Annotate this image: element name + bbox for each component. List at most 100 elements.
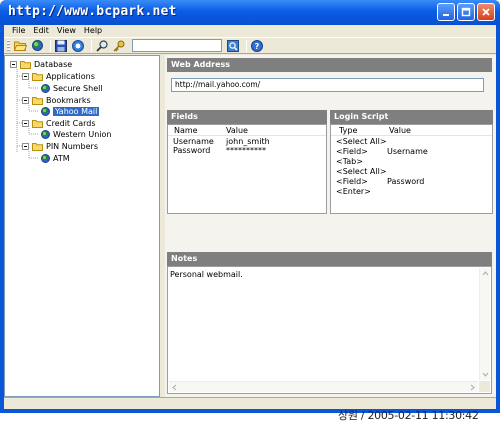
notes-text: Personal webmail. [170, 270, 243, 279]
tree-label: Applications [46, 72, 95, 81]
menu-edit[interactable]: Edit [29, 25, 53, 37]
toolbar-separator [91, 39, 92, 52]
tree-label: PIN Numbers [46, 142, 99, 151]
save-button[interactable] [54, 39, 68, 53]
tree-label: Yahoo Mail [53, 107, 100, 116]
menu-help[interactable]: Help [80, 25, 106, 37]
tree-node-pin-numbers[interactable]: PIN Numbers [22, 141, 98, 152]
tree-node-credit-cards[interactable]: Credit Cards [22, 118, 95, 129]
collapse-toggle[interactable] [22, 73, 29, 80]
toolbar-separator [246, 39, 247, 52]
tree-label: Western Union [53, 130, 112, 139]
key-button[interactable] [112, 39, 126, 53]
tree-entry-selected[interactable]: Yahoo Mail [41, 106, 100, 117]
toolbar-separator [50, 39, 51, 52]
close-button[interactable] [477, 3, 495, 21]
client-area: File Edit View Help ? Database Applicati… [4, 25, 496, 409]
screenshot-caption: 상원 / 2005-02-11 11:30:42 [338, 409, 479, 422]
login-script-header: Login Script [330, 110, 493, 124]
script-type[interactable]: <Select All> [336, 167, 387, 177]
field-name[interactable]: Password [173, 146, 210, 156]
globe-icon [41, 107, 50, 116]
title-bar[interactable]: http://www.bcpark.net [0, 0, 500, 25]
tree-node-applications[interactable]: Applications [22, 71, 95, 82]
tree-entry[interactable]: ATM [41, 153, 70, 164]
menu-file[interactable]: File [8, 25, 29, 37]
script-value[interactable]: Username [387, 147, 428, 157]
globe-icon [31, 40, 43, 51]
find-icon [96, 39, 108, 52]
database-tree[interactable]: Database Applications Secure Shell Bookm… [4, 55, 160, 397]
svg-text:?: ? [255, 42, 260, 51]
collapse-toggle[interactable] [22, 97, 29, 104]
tree-label: Credit Cards [46, 119, 96, 128]
scrollbar-corner [479, 381, 490, 392]
tree-label: Database [34, 60, 73, 69]
tree-label: Secure Shell [53, 84, 103, 93]
find-button[interactable] [95, 39, 109, 53]
tree-node-database[interactable]: Database [10, 59, 72, 70]
notes-vertical-scrollbar[interactable] [479, 268, 490, 380]
folder-icon [32, 72, 43, 81]
script-type[interactable]: <Enter> [336, 187, 371, 197]
notes-horizontal-scrollbar[interactable] [169, 381, 478, 392]
folder-icon [32, 119, 43, 128]
fields-header: Fields [167, 110, 327, 124]
scroll-down-icon[interactable] [480, 371, 491, 379]
script-value[interactable]: Password [387, 177, 424, 187]
collapse-toggle[interactable] [22, 120, 29, 127]
menu-bar: File Edit View Help [4, 25, 496, 37]
open-button[interactable] [13, 39, 27, 53]
tree-label: Bookmarks [46, 96, 91, 105]
tree-node-bookmarks[interactable]: Bookmarks [22, 95, 91, 106]
tree-label: ATM [53, 154, 70, 163]
maximize-icon [461, 7, 471, 17]
column-type[interactable]: Type [339, 125, 357, 136]
application-window: http://www.bcpark.net File Edit View Hel… [0, 0, 500, 413]
script-type[interactable]: <Select All> [336, 137, 387, 147]
column-name[interactable]: Name [174, 125, 198, 136]
search-input[interactable] [132, 39, 222, 52]
notes-textarea[interactable]: Personal webmail. [167, 266, 492, 394]
scroll-left-icon[interactable] [170, 382, 178, 393]
folder-icon [32, 96, 43, 105]
info-icon [72, 39, 84, 52]
script-type[interactable]: <Field> [336, 147, 368, 157]
key-icon [113, 40, 125, 51]
tree-entry[interactable]: Secure Shell [41, 83, 103, 94]
globe-icon [41, 154, 50, 163]
script-type[interactable]: <Field> [336, 177, 368, 187]
minimize-button[interactable] [437, 3, 455, 21]
folder-open-icon [20, 60, 31, 69]
minimize-icon [443, 14, 449, 16]
column-value[interactable]: Value [389, 125, 411, 136]
collapse-toggle[interactable] [22, 143, 29, 150]
window-title: http://www.bcpark.net [8, 4, 177, 19]
maximize-button[interactable] [457, 3, 475, 21]
details-pane: Web Address http://mail.yahoo.com/ Field… [165, 55, 496, 397]
menu-view[interactable]: View [53, 25, 80, 37]
go-button[interactable] [226, 39, 240, 53]
help-button[interactable]: ? [250, 39, 264, 53]
fields-list[interactable]: Name Value Username john_smith Password … [167, 124, 327, 214]
scroll-right-icon[interactable] [469, 382, 477, 393]
collapse-toggle[interactable] [10, 61, 17, 68]
browse-button[interactable] [30, 39, 44, 53]
toolbar: ? [4, 37, 496, 54]
notes-header: Notes [167, 252, 492, 266]
close-icon [482, 8, 490, 16]
scroll-up-icon[interactable] [480, 269, 491, 277]
toolbar-grip[interactable] [7, 39, 10, 52]
field-value[interactable]: ********** [226, 146, 266, 156]
column-value[interactable]: Value [226, 125, 248, 136]
save-icon [55, 39, 67, 52]
properties-button[interactable] [71, 39, 85, 53]
tree-entry[interactable]: Western Union [41, 129, 111, 140]
script-type[interactable]: <Tab> [336, 157, 363, 167]
login-script-list[interactable]: Type Value <Select All> <Field> Username… [330, 124, 493, 214]
web-address-header: Web Address [167, 58, 492, 72]
help-icon: ? [251, 39, 263, 52]
folder-icon [32, 142, 43, 151]
web-address-field[interactable]: http://mail.yahoo.com/ [171, 78, 484, 92]
globe-icon [41, 130, 50, 139]
